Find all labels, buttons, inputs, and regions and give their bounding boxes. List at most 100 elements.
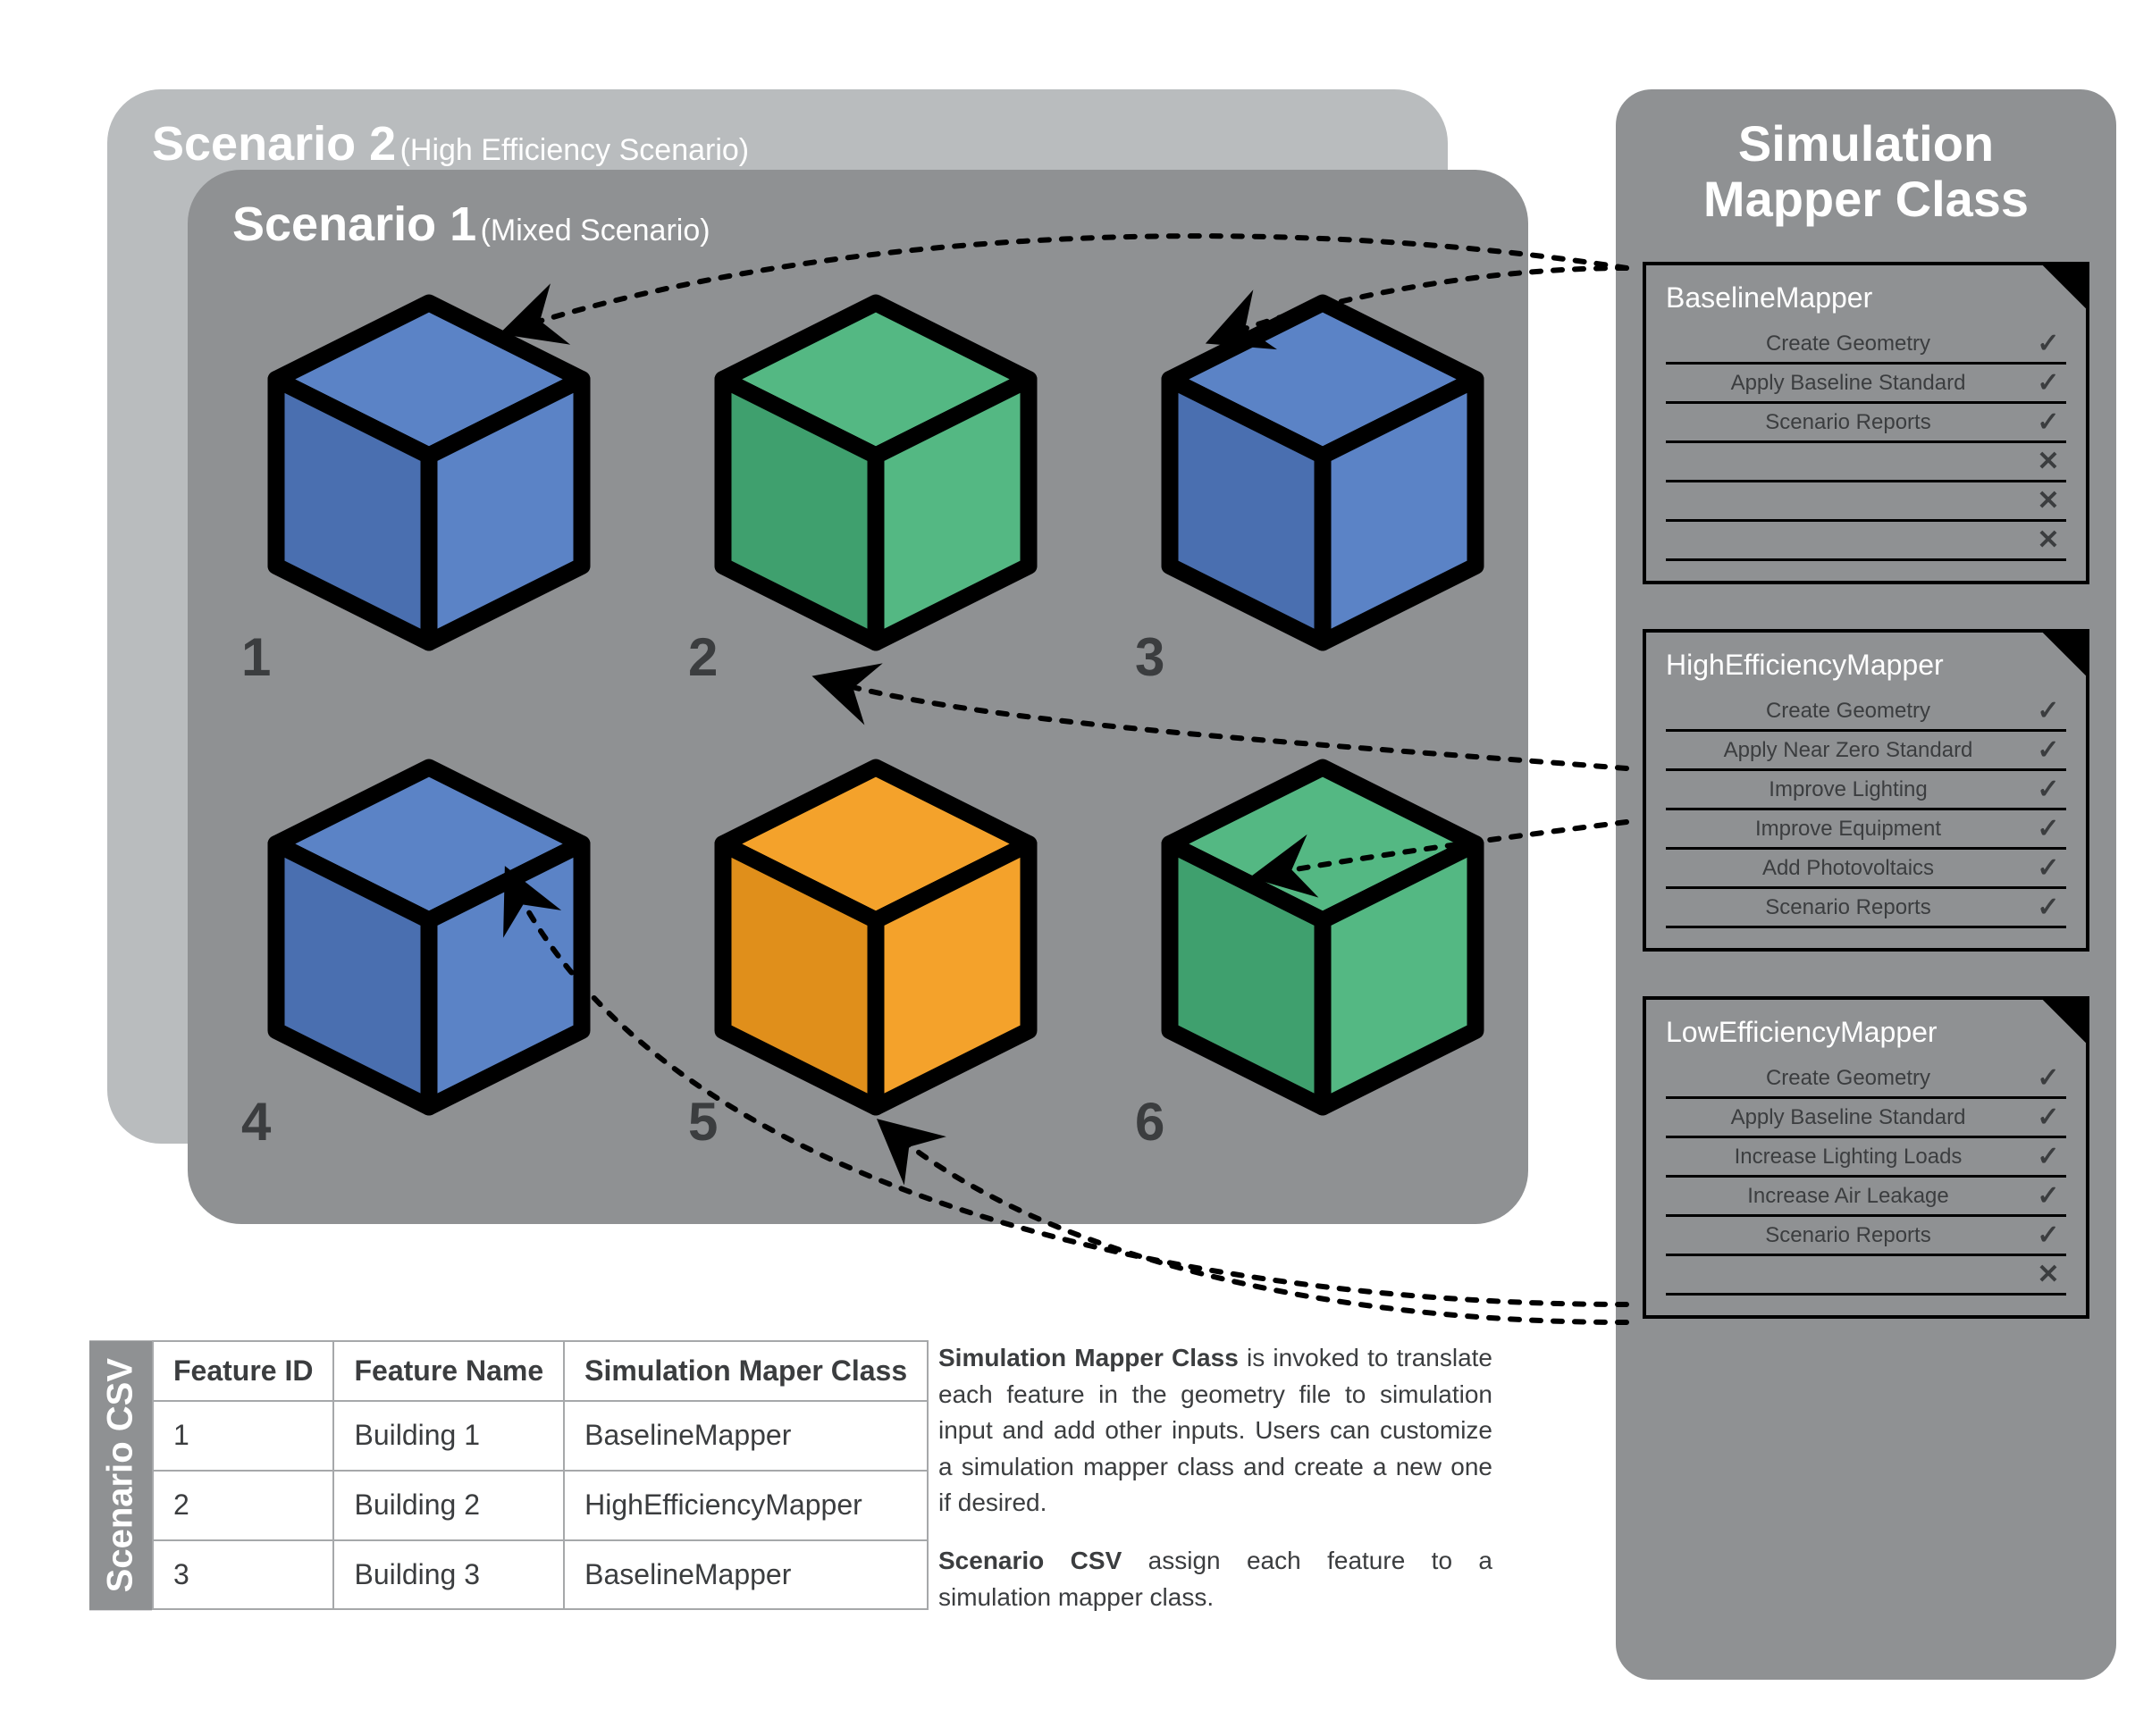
mapper-sidebar-title: Simulation Mapper Class <box>1643 116 2089 226</box>
check-icon: ✓ <box>2030 367 2066 398</box>
check-icon: ✓ <box>2030 734 2066 766</box>
mapper-step-label: Increase Air Leakage <box>1666 1184 2030 1209</box>
check-icon: ✓ <box>2030 695 2066 726</box>
mapper-name: LowEfficiencyMapper <box>1666 1016 2066 1049</box>
scenario-csv-tab: Scenario CSV <box>89 1340 152 1610</box>
cube-label: 5 <box>688 1091 718 1153</box>
diagram-canvas: Scenario 2 (High Efficiency Scenario) Sc… <box>36 36 2116 1700</box>
check-icon: ✓ <box>2030 852 2066 884</box>
scenario-1-subtitle: (Mixed Scenario) <box>481 214 710 247</box>
csv-cell: Building 2 <box>333 1471 564 1540</box>
table-row: 3Building 3BaselineMapper <box>153 1540 928 1610</box>
check-icon: ✓ <box>2030 1180 2066 1212</box>
mapper-step-line: Apply Baseline Standard✓ <box>1666 1099 2066 1138</box>
mapper-step-line: Improve Equipment✓ <box>1666 810 2066 850</box>
check-icon: ✓ <box>2030 774 2066 805</box>
cube-label: 4 <box>241 1091 271 1153</box>
csv-cell: HighEfficiencyMapper <box>564 1471 928 1540</box>
csv-cell: BaselineMapper <box>564 1540 928 1610</box>
mapper-name: HighEfficiencyMapper <box>1666 649 2066 682</box>
scenario-2-subtitle: (High Efficiency Scenario) <box>400 133 750 167</box>
cube-icon <box>1153 751 1492 1128</box>
check-icon: ✓ <box>2030 1220 2066 1251</box>
mapper-step-line: Increase Lighting Loads✓ <box>1666 1138 2066 1178</box>
mapper-step-line: Apply Baseline Standard✓ <box>1666 365 2066 404</box>
csv-header: Simulation Maper Class <box>564 1341 928 1401</box>
csv-cell: 2 <box>153 1471 333 1540</box>
mapper-step-line: Scenario Reports✓ <box>1666 404 2066 443</box>
cube-icon <box>706 286 1046 664</box>
cube-6: 6 <box>1153 751 1492 1162</box>
cube-label: 3 <box>1135 626 1164 688</box>
csv-cell: 3 <box>153 1540 333 1610</box>
mapper-step-label: Improve Lighting <box>1666 777 2030 802</box>
mapper-step-line: Add Photovoltaics✓ <box>1666 850 2066 889</box>
check-icon: ✓ <box>2030 328 2066 359</box>
mapper-step-line: ✕ <box>1666 1256 2066 1296</box>
mapper-step-label: Create Geometry <box>1666 1066 2030 1091</box>
scenario-csv-table: Feature IDFeature NameSimulation Maper C… <box>152 1340 929 1610</box>
mapper-step-line: Create Geometry✓ <box>1666 325 2066 365</box>
x-icon: ✕ <box>2030 1259 2066 1290</box>
mapper-step-label: Scenario Reports <box>1666 410 2030 435</box>
check-icon: ✓ <box>2030 1102 2066 1133</box>
mapper-step-line: Increase Air Leakage✓ <box>1666 1178 2066 1217</box>
cube-icon <box>259 751 599 1128</box>
mapper-step-label: Add Photovoltaics <box>1666 856 2030 881</box>
desc-bold-1: Simulation Mapper Class <box>938 1344 1239 1371</box>
csv-header: Feature ID <box>153 1341 333 1401</box>
scenario-1-panel: Scenario 1 (Mixed Scenario) 1 2 3 4 <box>188 170 1528 1224</box>
csv-cell: BaselineMapper <box>564 1401 928 1471</box>
cube-icon <box>259 286 599 664</box>
csv-cell: Building 1 <box>333 1401 564 1471</box>
mapper-step-label: Scenario Reports <box>1666 1223 2030 1248</box>
mapper-title-line1: Simulation <box>1738 115 1994 172</box>
mapper-step-label: Apply Near Zero Standard <box>1666 738 2030 763</box>
description-text: Simulation Mapper Class is invoked to tr… <box>938 1340 1492 1637</box>
desc-bold-2: Scenario CSV <box>938 1547 1122 1574</box>
mapper-card: HighEfficiencyMapperCreate Geometry✓Appl… <box>1643 629 2089 952</box>
cube-label: 2 <box>688 626 718 688</box>
mapper-step-line: Create Geometry✓ <box>1666 692 2066 732</box>
mapper-sidebar: Simulation Mapper Class BaselineMapper Cr… <box>1616 89 2116 1680</box>
mapper-step-line: Create Geometry✓ <box>1666 1060 2066 1099</box>
check-icon: ✓ <box>2030 1141 2066 1172</box>
mapper-step-label: Apply Baseline Standard <box>1666 371 2030 396</box>
cube-icon <box>706 751 1046 1128</box>
cube-5: 5 <box>706 751 1046 1162</box>
mapper-step-line: ✕ <box>1666 482 2066 522</box>
check-icon: ✓ <box>2030 1062 2066 1094</box>
mapper-card: LowEfficiencyMapperCreate Geometry✓Apply… <box>1643 996 2089 1319</box>
mapper-step-line: Scenario Reports✓ <box>1666 889 2066 928</box>
mapper-step-label: Increase Lighting Loads <box>1666 1145 2030 1170</box>
mapper-step-label: Create Geometry <box>1666 331 2030 356</box>
mapper-step-line: Scenario Reports✓ <box>1666 1217 2066 1256</box>
mapper-title-line2: Mapper Class <box>1703 171 2029 227</box>
mapper-step-line: Apply Near Zero Standard✓ <box>1666 732 2066 771</box>
mapper-step-label: Apply Baseline Standard <box>1666 1105 2030 1130</box>
x-icon: ✕ <box>2030 446 2066 477</box>
cube-4: 4 <box>259 751 599 1162</box>
scenario-csv: Scenario CSV Feature IDFeature NameSimul… <box>89 1340 929 1610</box>
cube-grid: 1 2 3 4 5 6 <box>259 286 1475 1162</box>
table-row: 1Building 1BaselineMapper <box>153 1401 928 1471</box>
mapper-step-label: Create Geometry <box>1666 699 2030 724</box>
check-icon: ✓ <box>2030 892 2066 923</box>
csv-header: Feature Name <box>333 1341 564 1401</box>
cube-label: 6 <box>1135 1091 1164 1153</box>
mapper-step-label: Improve Equipment <box>1666 817 2030 842</box>
csv-cell: 1 <box>153 1401 333 1471</box>
mapper-step-line: ✕ <box>1666 443 2066 482</box>
csv-cell: Building 3 <box>333 1540 564 1610</box>
scenario-2-title: Scenario 2 <box>152 117 396 171</box>
cube-icon <box>1153 286 1492 664</box>
mapper-name: BaselineMapper <box>1666 281 2066 314</box>
check-icon: ✓ <box>2030 813 2066 844</box>
mapper-step-line: ✕ <box>1666 522 2066 561</box>
scenario-1-title: Scenario 1 <box>232 197 476 251</box>
cube-2: 2 <box>706 286 1046 697</box>
x-icon: ✕ <box>2030 524 2066 556</box>
mapper-step-label: Scenario Reports <box>1666 895 2030 920</box>
cube-label: 1 <box>241 626 271 688</box>
cube-3: 3 <box>1153 286 1492 697</box>
